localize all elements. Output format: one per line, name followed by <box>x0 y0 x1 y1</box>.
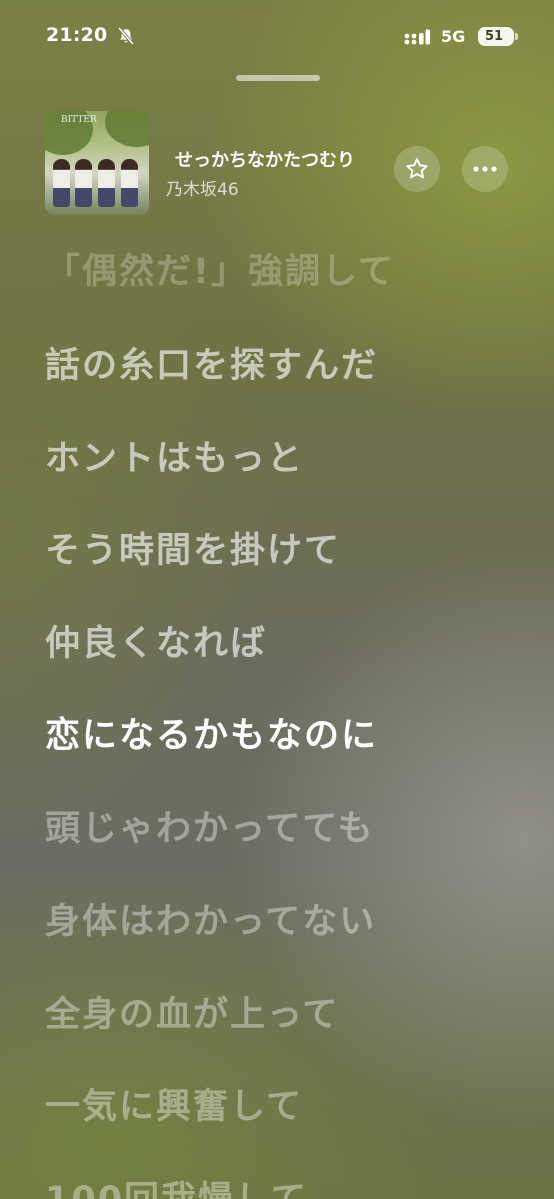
lyric-line[interactable]: 頭じゃわかってても <box>45 800 375 851</box>
network-type: 5G <box>441 27 466 46</box>
artwork-figure <box>53 159 70 207</box>
battery-icon: 51 <box>478 27 514 46</box>
ellipsis-icon <box>473 166 497 172</box>
battery-level: 51 <box>485 29 504 44</box>
star-outline-icon <box>406 158 428 179</box>
artwork-caption: BITTER <box>61 115 97 125</box>
bell-slash-icon <box>117 26 135 46</box>
cellular-signal-icon <box>404 29 431 45</box>
battery-tip <box>515 33 518 40</box>
lyric-line[interactable]: そう時間を掛けて <box>45 522 341 573</box>
current-lyric-line[interactable]: 恋になるかもなのに <box>45 707 378 758</box>
sheet-grabber[interactable] <box>236 75 320 81</box>
album-artwork[interactable]: BITTER <box>45 111 149 215</box>
artwork-figure <box>121 159 138 207</box>
lyric-line[interactable]: 一気に興奮して <box>45 1078 303 1129</box>
lyric-line[interactable]: 「偶然だ!」強調して <box>45 243 395 294</box>
song-title[interactable]: せっかちなかたつむり <box>175 146 387 172</box>
lyric-line[interactable]: 仲良くなれば <box>45 615 267 666</box>
artwork-figure <box>75 159 92 207</box>
artwork-foliage <box>105 111 149 147</box>
favorite-button[interactable] <box>394 146 440 192</box>
lyric-line[interactable]: 全身の血が上って <box>45 986 339 1037</box>
clock: 21:20 <box>46 24 108 46</box>
lyric-line[interactable]: 100回我慢して <box>45 1171 308 1199</box>
more-button[interactable] <box>462 146 508 192</box>
lyric-line[interactable]: ホントはもっと <box>45 430 304 481</box>
artist-name[interactable]: 乃木坂46 <box>166 175 239 200</box>
artwork-figure <box>98 159 115 207</box>
status-bar: 21:20 5G 51 <box>0 0 554 60</box>
lyric-line[interactable]: 話の糸口を探すんだ <box>45 337 378 388</box>
lyric-line[interactable]: 身体はわかってない <box>45 893 376 944</box>
